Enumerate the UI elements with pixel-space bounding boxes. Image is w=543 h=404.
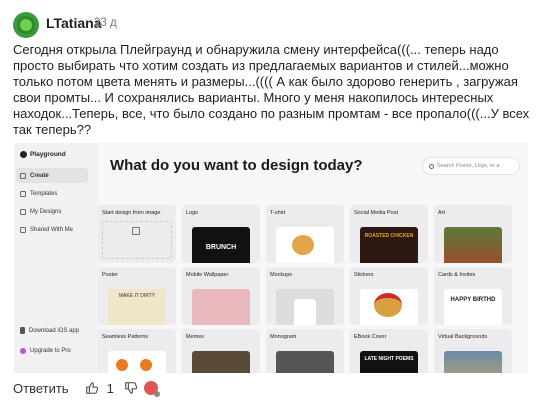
card-ebook-cover: EBook Cover LATE NIGHT POEMS bbox=[350, 329, 428, 373]
nav-shared: Shared With Me bbox=[16, 222, 88, 237]
comment-text: Сегодня открыла Плейграунд и обнаружила … bbox=[13, 42, 530, 137]
nav-my-designs: My Designs bbox=[16, 204, 88, 219]
card-logo: Logo BRUNCH bbox=[182, 205, 260, 263]
comment-time: 23 д bbox=[94, 17, 117, 29]
like-count: 1 bbox=[106, 380, 114, 396]
create-icon bbox=[20, 172, 26, 179]
card-poster: Poster MAKE IT DIRTY bbox=[98, 267, 176, 325]
like-icon[interactable] bbox=[85, 381, 99, 395]
card-mobile-wallpaper: Mobile Wallpaper bbox=[182, 267, 260, 325]
card-stickers: Stickers bbox=[350, 267, 428, 325]
card-cards-invites: Cards & Invites HAPPY BIRTHD bbox=[434, 267, 512, 325]
phone-icon bbox=[20, 327, 25, 334]
app-brand: Playground bbox=[20, 151, 66, 158]
card-monogram: Monogram bbox=[266, 329, 344, 373]
comment-actions: Ответить 1 bbox=[13, 379, 160, 397]
search-icon bbox=[429, 163, 434, 169]
reaction-icon[interactable] bbox=[143, 381, 160, 397]
card-memes: Memes bbox=[182, 329, 260, 373]
upload-icon bbox=[132, 227, 140, 235]
app-sidebar: Playground Create Templates My Designs S… bbox=[14, 143, 98, 373]
shared-icon bbox=[20, 226, 26, 233]
nav-templates: Templates bbox=[16, 186, 88, 201]
app-heading: What do you want to design today? bbox=[110, 157, 363, 174]
upgrade-icon bbox=[20, 347, 26, 354]
reply-button[interactable]: Ответить bbox=[13, 381, 69, 396]
nav-upgrade: Upgrade to Pro bbox=[16, 343, 88, 358]
nav-download-app: Download iOS app bbox=[16, 323, 88, 338]
card-social-media-post: Social Media Post ROASTED CHICKEN bbox=[350, 205, 428, 263]
attached-screenshot[interactable]: Playground Create Templates My Designs S… bbox=[14, 143, 528, 373]
card-seamless-patterns: Seamless Patterns bbox=[98, 329, 176, 373]
card-art: Art bbox=[434, 205, 512, 263]
designs-icon bbox=[20, 208, 26, 215]
templates-icon bbox=[20, 190, 26, 197]
dislike-icon[interactable] bbox=[124, 381, 138, 395]
app-search: Search Poster, Logo, or a bbox=[422, 157, 520, 175]
card-tshirt: T-shirt bbox=[266, 205, 344, 263]
card-start-from-image: Start design from image bbox=[98, 205, 176, 263]
avatar[interactable] bbox=[13, 12, 39, 38]
nav-create: Create bbox=[16, 168, 88, 183]
playground-logo-icon bbox=[20, 151, 27, 158]
card-mockups: Mockups bbox=[266, 267, 344, 325]
card-virtual-backgrounds: Virtual Backgrounds bbox=[434, 329, 512, 373]
